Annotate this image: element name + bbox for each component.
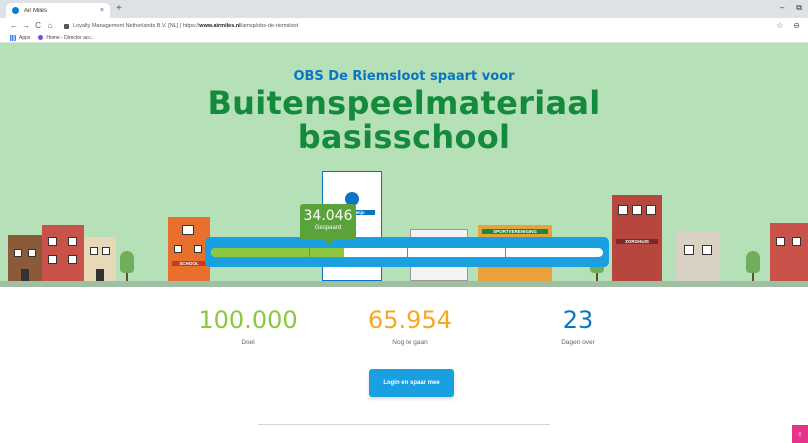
forward-button[interactable]: → (20, 21, 32, 30)
url-host: www.airmiles.nl (199, 22, 241, 29)
restore-button[interactable]: ⧉ (796, 3, 802, 13)
address-bar[interactable]: Loyalty Management Netherlands B.V. [NL]… (73, 23, 298, 29)
lock-icon[interactable] (64, 24, 69, 29)
browser-toolbar: ← → C ⌂ Loyalty Management Netherlands B… (0, 18, 808, 33)
bookmark-star-icon[interactable]: ☆ (776, 21, 783, 30)
new-tab-button[interactable]: + (116, 4, 122, 14)
progress-fill (211, 248, 345, 257)
tree-illustration (120, 251, 134, 281)
house-illustration (8, 235, 42, 281)
sports-club-sign: SPORTVERENIGING (482, 229, 548, 234)
hero-title-line2: basisschool (297, 118, 511, 156)
browser-tab[interactable]: Air Miles × (6, 3, 110, 18)
tab-title: Air Miles (24, 7, 48, 14)
house-illustration (42, 225, 84, 281)
apps-icon (10, 34, 16, 41)
hero-subtitle: OBS De Riemsloot spaart voor (293, 69, 515, 84)
progress-track (211, 248, 603, 257)
stat-label: Doel (241, 339, 255, 346)
stat-remaining: 65.954 Nog te gaan (340, 305, 480, 346)
stat-goal: 100.000 Doel (178, 305, 318, 346)
care-home-building: ZORGHUIS (612, 195, 662, 281)
bookmark-label: Home - Director acc.. (46, 34, 94, 41)
url-separator: | (179, 22, 182, 29)
school-building: SCHOOL (168, 217, 210, 281)
hero-title: Buitenspeelmateriaal basisschool (0, 86, 808, 154)
minimize-button[interactable]: – (780, 3, 784, 13)
stat-value: 100.000 (198, 306, 298, 334)
home-button[interactable]: ⌂ (44, 21, 56, 30)
page: Air Miles × + – ⧉ ← → C ⌂ Loyalty Manage… (0, 0, 808, 443)
house-illustration (676, 231, 720, 281)
toolbar-right: ☆ ⊖ (776, 21, 800, 30)
saved-amount-bubble: 34.046 Gespaard (300, 204, 356, 245)
hero-title-line1: Buitenspeelmateriaal (207, 84, 601, 122)
care-home-sign: ZORGHUIS (616, 239, 658, 244)
street (0, 281, 808, 287)
tree-illustration (746, 251, 760, 281)
tab-close-icon[interactable]: × (100, 7, 104, 14)
bookmark-home-director[interactable]: Home - Director acc.. (38, 34, 94, 41)
school-sign: SCHOOL (172, 261, 206, 266)
window-controls: – ⧉ (780, 3, 802, 13)
saved-value: 34.046 (303, 208, 353, 224)
browser-tabstrip: Air Miles × + – ⧉ (0, 0, 808, 18)
url-path: /amsp/obs-de-riemsloot (240, 22, 299, 29)
bookmark-apps[interactable]: Apps (10, 34, 31, 41)
login-button[interactable]: Login en spaar mee (369, 369, 454, 397)
stat-value: 65.954 (368, 306, 452, 334)
url-owner: Loyalty Management Netherlands B.V. [NL] (73, 22, 179, 29)
profile-icon[interactable]: ⊖ (793, 21, 800, 30)
savings-progress-bar (205, 237, 609, 267)
back-button[interactable]: ← (8, 21, 20, 30)
divider (258, 424, 550, 425)
bookmark-favicon-icon (38, 35, 44, 40)
bookmarks-bar: Apps Home - Director acc.. (0, 33, 808, 43)
stat-days-left: 23 Dagen over (508, 305, 648, 346)
url-prefix: https:// (182, 22, 200, 29)
stat-value: 23 (562, 306, 594, 334)
stat-label: Dagen over (561, 339, 595, 346)
house-illustration (770, 223, 808, 281)
house-illustration (84, 237, 116, 281)
reload-button[interactable]: C (32, 21, 44, 30)
airmiles-favicon-icon (12, 7, 19, 14)
lightbulb-icon[interactable]: ♀ (792, 425, 808, 443)
stat-label: Nog te gaan (392, 339, 428, 346)
bookmark-label: Apps (19, 34, 31, 41)
saved-label: Gespaard (314, 225, 342, 231)
